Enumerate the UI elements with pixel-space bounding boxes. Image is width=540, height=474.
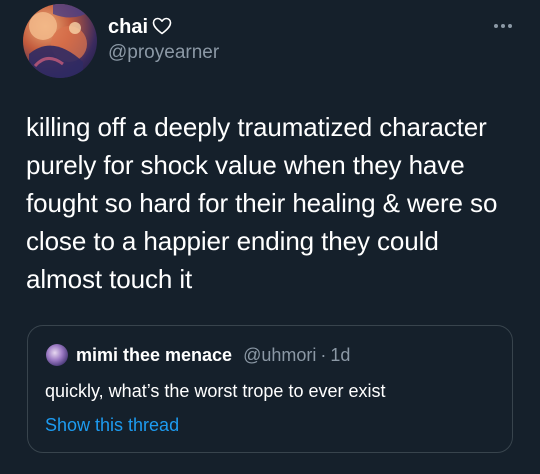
more-horizontal-icon — [494, 24, 498, 28]
meta-separator: · — [320, 345, 327, 365]
quoted-author-name[interactable]: mimi thee menace — [76, 345, 232, 365]
more-options-button[interactable] — [486, 14, 520, 38]
author-name[interactable]: chai — [108, 16, 148, 38]
quoted-author-row: mimi thee menace @uhmori · 1d — [76, 344, 350, 366]
quoted-timestamp[interactable]: 1d — [330, 345, 350, 365]
quoted-tweet[interactable]: mimi thee menace @uhmori · 1d quickly, wha… — [27, 325, 513, 453]
tweet-card: chai @proyearner killing off a deeply tr… — [0, 0, 540, 474]
quoted-tweet-text: quickly, what’s the worst trope to ever … — [45, 381, 386, 401]
quoted-author-handle[interactable]: @uhmori — [243, 345, 316, 365]
quoted-author-avatar[interactable] — [46, 344, 68, 366]
avatar-illustration — [29, 4, 97, 78]
author-name-row[interactable]: chai — [108, 15, 172, 41]
tweet-text: killing off a deeply traumatized charact… — [26, 112, 498, 294]
heart-outline-icon — [152, 17, 172, 41]
author-handle[interactable]: @proyearner — [108, 41, 219, 65]
show-thread-link[interactable]: Show this thread — [45, 413, 179, 437]
author-avatar[interactable] — [23, 4, 97, 78]
